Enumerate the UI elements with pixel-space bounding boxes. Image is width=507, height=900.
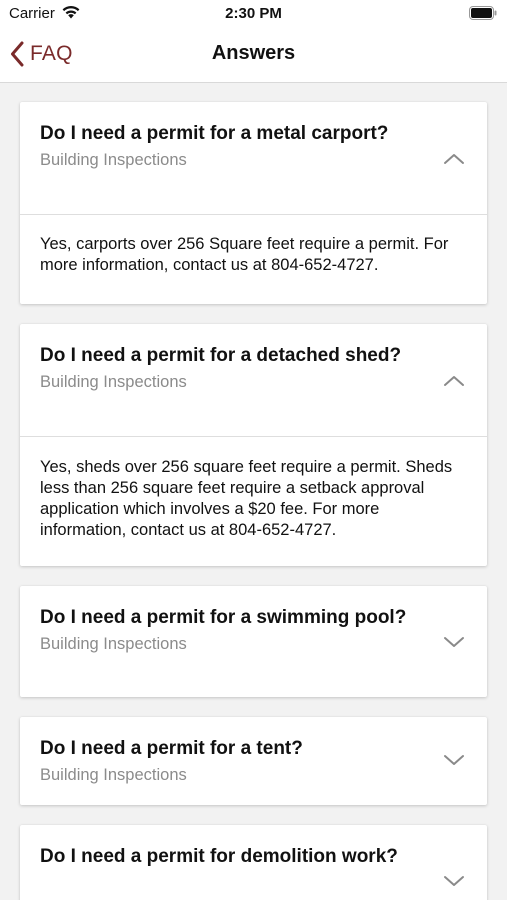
- chevron-up-icon[interactable]: [443, 374, 465, 388]
- faq-card: Do I need a permit for a metal carport? …: [20, 102, 487, 304]
- status-bar: Carrier 2:30 PM: [0, 0, 507, 28]
- faq-category: Building Inspections: [40, 766, 187, 784]
- faq-question: Do I need a permit for a tent?: [40, 738, 303, 759]
- chevron-down-icon[interactable]: [443, 753, 465, 767]
- faq-card: Do I need a permit for a detached shed? …: [20, 324, 487, 566]
- faq-question: Do I need a permit for a swimming pool?: [40, 607, 407, 628]
- clock: 2:30 PM: [225, 5, 282, 22]
- faq-question: Do I need a permit for demolition work?: [40, 846, 398, 867]
- chevron-down-icon[interactable]: [443, 874, 465, 888]
- navigation-bar: FAQ Answers: [0, 28, 507, 83]
- faq-card-header[interactable]: Do I need a permit for demolition work?: [20, 825, 487, 900]
- faq-category: Building Inspections: [40, 635, 187, 653]
- faq-category: Building Inspections: [40, 373, 187, 391]
- chevron-up-icon[interactable]: [443, 152, 465, 166]
- faq-card-header[interactable]: Do I need a permit for a swimming pool? …: [20, 586, 487, 697]
- faq-answer: Yes, carports over 256 Square feet requi…: [40, 235, 449, 274]
- faq-card[interactable]: Do I need a permit for demolition work?: [20, 825, 487, 900]
- page-title: Answers: [211, 42, 296, 64]
- faq-card[interactable]: Do I need a permit for a swimming pool? …: [20, 586, 487, 697]
- divider: [20, 436, 487, 437]
- chevron-down-icon[interactable]: [443, 635, 465, 649]
- faq-card-header[interactable]: Do I need a permit for a metal carport? …: [20, 102, 487, 214]
- battery-icon: [469, 6, 497, 20]
- faq-category: Building Inspections: [40, 151, 187, 169]
- faq-answer: Yes, sheds over 256 square feet require …: [40, 458, 453, 539]
- faq-question: Do I need a permit for a detached shed?: [40, 345, 402, 366]
- faq-card-header[interactable]: Do I need a permit for a detached shed? …: [20, 324, 487, 436]
- faq-card[interactable]: Do I need a permit for a tent? Building …: [20, 717, 487, 805]
- faq-card-header[interactable]: Do I need a permit for a tent? Building …: [20, 717, 487, 805]
- faq-question: Do I need a permit for a metal carport?: [40, 123, 389, 144]
- divider: [20, 214, 487, 215]
- faq-list[interactable]: Do I need a permit for a metal carport? …: [0, 83, 507, 900]
